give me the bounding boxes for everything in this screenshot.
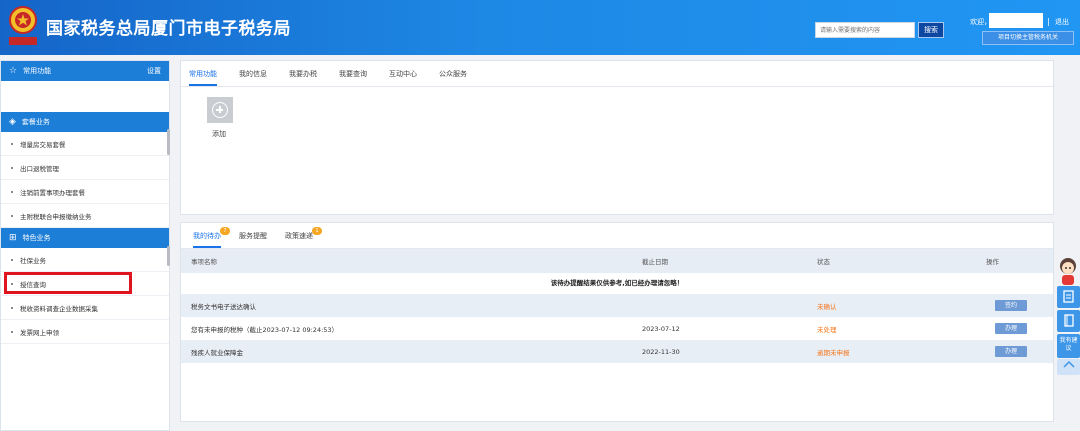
tax-emblem-icon (9, 6, 37, 45)
sidebar-item-deregistration[interactable]: 注销前置事项办理套餐 (1, 180, 169, 204)
row-deadline: 2022-11-30 (642, 347, 680, 356)
chevron-up-icon (1062, 360, 1075, 368)
tab-label: 服务提醒 (239, 232, 267, 240)
bullet-icon (11, 142, 13, 145)
common-functions-panel: 常用功能 我的信息 我要办税 我要查询 互动中心 公众服务 添加 (180, 60, 1054, 215)
add-function-button[interactable] (207, 97, 233, 123)
sidebar-package-header[interactable]: ◈ 套餐业务 (1, 112, 169, 132)
bullet-icon (11, 190, 13, 193)
logout-link[interactable]: 退出 (1055, 17, 1069, 27)
layers-icon: ◈ (9, 117, 16, 127)
sidebar-item-label: 注销前置事项办理套餐 (20, 188, 85, 197)
site-title: 国家税务总局厦门市电子税务局 (46, 19, 291, 39)
sidebar-item-label: 出口退税管理 (20, 164, 59, 173)
search-button[interactable]: 搜索 (918, 22, 944, 38)
document-icon (1062, 290, 1074, 303)
sidebar-common-list (1, 81, 169, 109)
column-header-name: 事项名称 (191, 258, 217, 266)
sidebar-item-label: 主附税联合申报缴纳业务 (20, 212, 92, 221)
table-header: 事项名称 截止日期 状态 操作 (181, 249, 1053, 273)
column-header-action: 操作 (986, 258, 999, 266)
bullet-icon (11, 258, 13, 261)
tab-label: 我的待办 (193, 232, 221, 240)
add-function-label: 添加 (212, 130, 226, 138)
bullet-icon (11, 306, 13, 309)
sidebar: ☆ 常用功能 设置 ◈ 套餐业务 增量房交易套餐 出口退税管理 注销前置事项办理… (0, 60, 170, 431)
sidebar-item-social-security[interactable]: 社保业务 (1, 248, 169, 272)
tab-common-functions[interactable]: 常用功能 (189, 69, 217, 86)
row-deadline: 2023-07-12 (642, 324, 680, 333)
sidebar-item-incremental-housing[interactable]: 增量房交易套餐 (1, 132, 169, 156)
main-tabs: 常用功能 我的信息 我要办税 我要查询 互动中心 公众服务 (181, 61, 1053, 87)
row-status: 未处理 (817, 325, 837, 334)
table-row[interactable]: 您有未申报的税种（截止2023-07-12 09:24:53） 2023-07-… (181, 317, 1053, 340)
sidebar-special-header[interactable]: ⊞ 特色业务 (1, 228, 169, 248)
sidebar-common-title: 常用功能 (23, 67, 52, 75)
tab-file-tax[interactable]: 我要办税 (289, 69, 317, 86)
tab-policy-updates[interactable]: 政策速递 1 (285, 227, 322, 248)
package-scrollbar[interactable] (167, 129, 170, 155)
handle-button[interactable]: 办理 (995, 323, 1027, 334)
welcome-text: 欢迎， (970, 18, 991, 26)
grid-icon: ⊞ (9, 233, 17, 243)
column-header-status: 状态 (817, 258, 830, 266)
handle-button[interactable]: 办理 (995, 346, 1027, 357)
sidebar-item-label: 发票网上申领 (20, 328, 59, 337)
top-header: 国家税务总局厦门市电子税务局 搜索 欢迎， | 退出 项目切换主管税务机关 (0, 0, 1080, 55)
sidebar-common-header: ☆ 常用功能 设置 (1, 61, 169, 81)
special-scrollbar[interactable] (167, 246, 170, 266)
bullet-icon (11, 214, 13, 217)
username-box (989, 13, 1043, 28)
header-separator: | (1047, 17, 1050, 26)
tab-query[interactable]: 我要查询 (339, 69, 367, 86)
row-item-name: 残疾人就业保障金 (191, 348, 243, 357)
sidebar-special-title: 特色业务 (22, 234, 51, 242)
todo-notice: 该待办提醒结果仅供参考,如已经办理请忽略！ (550, 279, 684, 287)
suggestion-button[interactable]: 我有建议 (1057, 334, 1080, 358)
sign-button[interactable]: 签约 (995, 300, 1027, 311)
sidebar-item-invoice-application[interactable]: 发票网上申领 (1, 320, 169, 344)
tab-interaction-center[interactable]: 互动中心 (389, 69, 417, 86)
tab-my-todo[interactable]: 我的待办 7 (193, 227, 230, 248)
plus-icon (212, 102, 228, 118)
table-row[interactable]: 残疾人就业保障金 2022-11-30 逾期未申报 办理 (181, 340, 1053, 363)
bullet-icon (11, 166, 13, 169)
row-status: 未确认 (817, 302, 837, 311)
row-item-name: 您有未申报的税种（截止2023-07-12 09:24:53） (191, 325, 339, 334)
sidebar-settings-link[interactable]: 设置 (147, 66, 161, 76)
tab-service-reminders[interactable]: 服务提醒 (239, 231, 267, 248)
search-input[interactable] (815, 22, 915, 38)
assistant-avatar-icon[interactable] (1056, 256, 1080, 286)
highlight-annotation (4, 272, 132, 294)
switch-tax-authority-button[interactable]: 项目切换主管税务机关 (982, 31, 1074, 45)
back-to-top-button[interactable] (1057, 359, 1080, 375)
sidebar-item-export-refund[interactable]: 出口退税管理 (1, 156, 169, 180)
tab-public-services[interactable]: 公众服务 (439, 69, 467, 86)
sidebar-item-joint-declaration[interactable]: 主附税联合申报缴纳业务 (1, 204, 169, 228)
todo-tabs: 我的待办 7 服务提醒 政策速递 1 (181, 223, 1053, 249)
sidebar-item-tax-data-collection[interactable]: 税收资料调查企业数据采集 (1, 296, 169, 320)
sidebar-item-label: 税收资料调查企业数据采集 (20, 304, 98, 313)
todo-count-badge: 7 (220, 227, 230, 235)
notebook-button[interactable] (1057, 310, 1080, 332)
star-icon: ☆ (9, 66, 18, 76)
sidebar-package-title: 套餐业务 (21, 118, 50, 126)
row-status: 逾期未申报 (817, 348, 850, 357)
row-item-name: 税务文书电子送达确认 (191, 302, 256, 311)
notebook-icon (1063, 314, 1074, 327)
consult-button[interactable] (1057, 286, 1080, 308)
sidebar-item-label: 社保业务 (20, 256, 46, 265)
bullet-icon (11, 330, 13, 333)
policy-count-badge: 1 (312, 227, 322, 235)
todo-panel: 我的待办 7 服务提醒 政策速递 1 事项名称 截止日期 状态 操作 该待办提醒… (180, 222, 1054, 422)
table-row[interactable]: 税务文书电子送达确认 未确认 签约 (181, 294, 1053, 317)
tab-my-info[interactable]: 我的信息 (239, 69, 267, 86)
column-header-deadline: 截止日期 (642, 258, 668, 266)
tab-label: 政策速递 (285, 232, 313, 240)
sidebar-item-label: 增量房交易套餐 (20, 140, 66, 149)
